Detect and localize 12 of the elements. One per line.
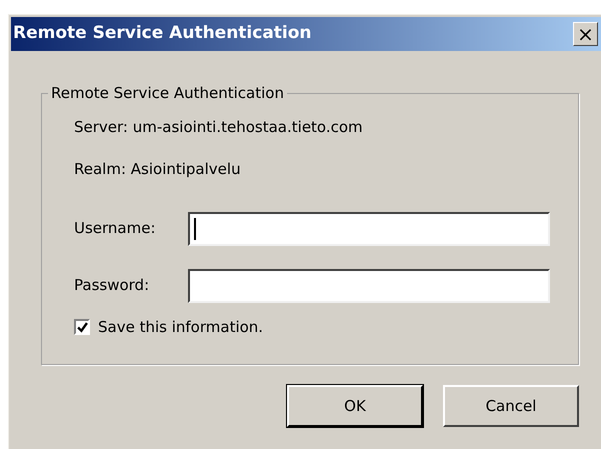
input-field[interactable] bbox=[188, 268, 550, 302]
checkbox[interactable] bbox=[74, 319, 90, 336]
dialog-button[interactable]: OK bbox=[287, 385, 423, 427]
window-title: Remote Service Authentication bbox=[13, 22, 312, 46]
close-button[interactable]: × bbox=[573, 22, 598, 46]
input-field[interactable] bbox=[188, 212, 550, 246]
checkbox-label: Save this information. bbox=[98, 317, 264, 338]
info-text: Realm: Asiointipalvelu bbox=[74, 159, 242, 180]
info-text: Server: um-asiointi.tehostaa.tieto.com bbox=[74, 117, 364, 138]
field-label: Password: bbox=[74, 275, 150, 296]
field-label: Username: bbox=[74, 218, 157, 240]
dialog-button[interactable]: Cancel bbox=[443, 385, 579, 427]
